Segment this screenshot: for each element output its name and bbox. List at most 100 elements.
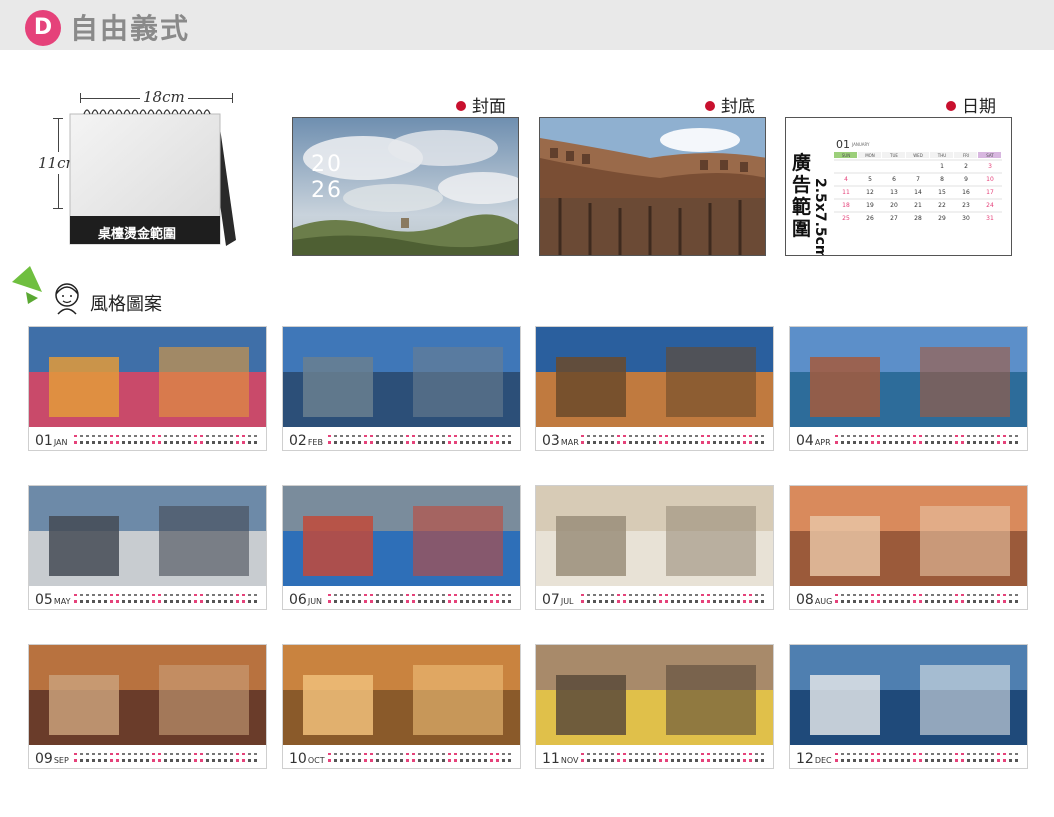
- month-card: 08AUG: [789, 485, 1028, 610]
- day-mark: [997, 759, 1000, 762]
- weekday-mark: [707, 753, 710, 755]
- day-mark: [701, 759, 704, 762]
- weekday-mark: [937, 435, 940, 437]
- month-num-text: 05: [35, 592, 53, 608]
- weekday-mark: [346, 435, 349, 437]
- date-cell: 7: [916, 176, 920, 183]
- day-mark: [907, 441, 910, 444]
- day-mark: [991, 759, 994, 762]
- weekday-mark: [194, 753, 197, 755]
- weekday-mark: [86, 435, 89, 437]
- day-mark: [248, 600, 251, 603]
- day-mark: [581, 759, 584, 762]
- date-cell: 14: [914, 189, 922, 196]
- date-cell: 2: [964, 163, 968, 170]
- weekday-mark: [635, 435, 638, 437]
- day-mark: [1015, 759, 1018, 762]
- weekday-mark: [683, 753, 686, 755]
- date-cell: 28: [914, 215, 922, 222]
- weekday-mark: [949, 753, 952, 755]
- weekday-mark: [725, 594, 728, 596]
- weekday-mark: [122, 594, 125, 596]
- weekday-mark: [382, 435, 385, 437]
- day-mark: [164, 600, 167, 603]
- day-mark: [913, 759, 916, 762]
- month-photo: [790, 486, 1027, 586]
- weekday-mark: [1009, 435, 1012, 437]
- date-cell: 4: [844, 176, 848, 183]
- weekday-mark: [955, 594, 958, 596]
- day-mark: [853, 600, 856, 603]
- day-mark: [677, 441, 680, 444]
- month-date-strip: 06JUN: [283, 586, 520, 609]
- weekday-mark: [394, 753, 397, 755]
- day-mark: [871, 759, 874, 762]
- day-mark: [695, 600, 698, 603]
- day-mark: [623, 600, 626, 603]
- weekday-mark: [847, 594, 850, 596]
- day-mark: [701, 441, 704, 444]
- weekday-mark: [853, 435, 856, 437]
- weekday-mark: [967, 435, 970, 437]
- weekday-mark: [841, 594, 844, 596]
- day-mark: [599, 759, 602, 762]
- weekday-mark: [400, 753, 403, 755]
- day-mark: [436, 759, 439, 762]
- day-mark: [961, 441, 964, 444]
- day-mark: [334, 759, 337, 762]
- weekday-mark: [847, 753, 850, 755]
- month-date-strip: 02FEB: [283, 427, 520, 450]
- day-mark: [236, 600, 239, 603]
- weekday-mark: [973, 435, 976, 437]
- day-mark: [442, 759, 445, 762]
- day-mark: [454, 759, 457, 762]
- month-card: 04APR: [789, 326, 1028, 451]
- weekday-mark: [230, 753, 233, 755]
- weekday-mark: [140, 435, 143, 437]
- day-mark: [508, 441, 511, 444]
- day-mark: [224, 759, 227, 762]
- weekday-mark: [182, 753, 185, 755]
- weekday-mark: [236, 753, 239, 755]
- day-mark: [1003, 759, 1006, 762]
- weekday-mark: [442, 594, 445, 596]
- weekday-mark: [749, 594, 752, 596]
- day-mark: [490, 441, 493, 444]
- ad-size-label: 2.5x7.5cm: [812, 178, 828, 256]
- day-mark: [611, 600, 614, 603]
- back-cover-preview: [539, 117, 766, 256]
- month-name: AUG: [814, 597, 833, 606]
- day-mark: [490, 600, 493, 603]
- month-name: FEB: [307, 438, 323, 447]
- month-card: 09SEP: [28, 644, 267, 769]
- day-mark: [671, 759, 674, 762]
- day-mark: [871, 600, 874, 603]
- weekday-mark: [599, 753, 602, 755]
- month-number: 05MAY: [35, 592, 70, 608]
- day-mark: [412, 759, 415, 762]
- month-num-text: 07: [542, 592, 560, 608]
- day-row: [834, 433, 1024, 447]
- day-mark: [152, 600, 155, 603]
- day-mark: [665, 600, 668, 603]
- weekday-mark: [436, 594, 439, 596]
- weekday-mark: [919, 753, 922, 755]
- month-photo: [29, 645, 266, 745]
- weekday-mark: [931, 435, 934, 437]
- weekday-mark: [761, 435, 764, 437]
- day-mark: [859, 759, 862, 762]
- day-mark: [925, 600, 928, 603]
- weekday-mark: [749, 753, 752, 755]
- day-mark: [358, 759, 361, 762]
- month-photo: [29, 327, 266, 427]
- weekday-mark: [496, 435, 499, 437]
- weekday-mark: [883, 594, 886, 596]
- weekday-mark: [919, 594, 922, 596]
- weekday-mark: [605, 594, 608, 596]
- date-cell: 27: [890, 215, 898, 222]
- day-mark: [593, 759, 596, 762]
- day-mark: [847, 759, 850, 762]
- day-mark: [611, 759, 614, 762]
- day-mark: [853, 759, 856, 762]
- weekday-mark: [134, 753, 137, 755]
